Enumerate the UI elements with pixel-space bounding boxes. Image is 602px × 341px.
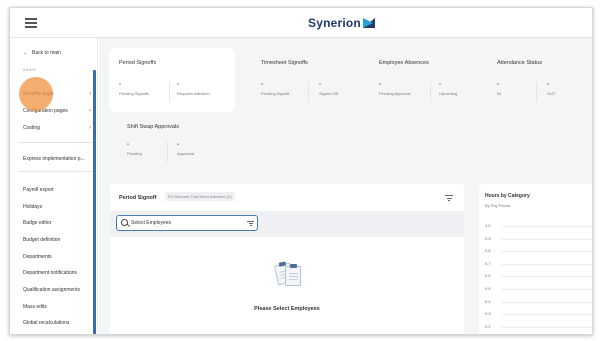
metric-signed-off: - Signed Off (319, 82, 338, 96)
sidebar-item-mass-edits[interactable]: Mass edits (23, 304, 91, 310)
sidebar-item-label: Badge editor (23, 220, 52, 226)
tile-title: Period Signoffs (119, 60, 157, 66)
gridline (501, 251, 592, 253)
sidebar-item-label: Department notifications (23, 270, 77, 276)
documents-illustration-icon (272, 258, 306, 292)
sidebar-item-label: Qualification assignments (23, 287, 80, 293)
y-tick-label: 0.3 (485, 311, 491, 317)
sidebar-item-label: Mass edits (23, 304, 47, 310)
metric-divider (536, 82, 537, 102)
sidebar-item-departments[interactable]: Departments (23, 254, 91, 260)
sidebar-item-payroll-export[interactable]: Payroll export (23, 187, 91, 193)
y-tick-label: 0.9 (485, 235, 491, 241)
tile-title-timesheet-signoffs: Timesheet Signoffs (261, 60, 308, 66)
sidebar-divider (18, 171, 96, 172)
sidebar-section-label: ADMIN (23, 68, 36, 72)
metric-divider (167, 142, 168, 162)
hours-by-category-card: Hours by Category By Pay Period 1.0 0.9 0.… (479, 184, 592, 334)
sidebar-divider (18, 142, 96, 143)
sidebar-item-label: Global recalculations (23, 320, 70, 326)
sidebar-item-label: Configuration pages (23, 108, 68, 114)
metric-requires-attention: - Requires Attention (177, 82, 210, 96)
back-to-main-link[interactable]: ← Back to main (23, 50, 61, 56)
logo-text: Synerion (308, 16, 361, 30)
panel-title: Period Signoff (119, 195, 157, 201)
sidebar-item-costing[interactable]: Costing › (23, 125, 91, 131)
app-window: Synerion ← Back to main ADMIN Security p… (9, 7, 593, 335)
sidebar-item-label: Holidays (23, 204, 43, 210)
tile-title-employee-absences: Employee Absences (379, 60, 429, 66)
metric-pending-approval: - Pending Approval (379, 82, 411, 96)
y-tick-label: 0.2 (485, 323, 491, 329)
fix-records-chip[interactable]: Fix Records That Need Attention (0) (165, 192, 235, 201)
metric-upcoming: - Upcoming (439, 82, 458, 96)
gridline (501, 226, 592, 227)
top-bar: Synerion (10, 8, 592, 38)
sidebar-item-badge-editor[interactable]: Badge editor (23, 220, 91, 226)
menu-icon[interactable] (25, 18, 37, 28)
gridline (501, 263, 592, 265)
back-to-main-label: Back to main (32, 50, 61, 56)
y-tick-label: 0.5 (485, 286, 491, 291)
sidebar-item-qualification-assignments[interactable]: Qualification assignments (23, 287, 91, 293)
filter-icon[interactable] (247, 221, 254, 226)
sidebar-item-label: Express implementation p... (23, 156, 85, 162)
sidebar-item-configuration-pages[interactable]: Configuration pages › (23, 108, 91, 114)
metric-shift-swap-approved: - Approved (177, 142, 195, 156)
sidebar-item-label: Security page (23, 91, 54, 97)
y-tick-label: 0.6 (485, 273, 491, 279)
filter-icon[interactable] (445, 195, 453, 201)
sidebar-scrollbar[interactable] (93, 70, 96, 334)
period-signoff-panel: Period Signoff Fix Records That Need Att… (110, 184, 464, 334)
y-tick-label: 1.0 (485, 223, 491, 228)
metric-divider (430, 82, 431, 102)
empty-state-message: Please Select Employees (254, 306, 320, 312)
metric-divider (308, 82, 309, 102)
sidebar-item-department-notifications[interactable]: Department notifications (23, 270, 91, 276)
metric-in: - IN (497, 82, 501, 96)
sidebar-item-label: Payroll export (23, 187, 54, 193)
sidebar-item-label: Budget definition (23, 237, 61, 243)
tile-title-shift-swap-approvals: Shift Swap Approvals (127, 124, 179, 130)
sidebar-item-budget-definition[interactable]: Budget definition (23, 237, 91, 243)
gridline (501, 326, 592, 328)
gridline (501, 238, 592, 240)
gridline (501, 314, 592, 316)
employee-search-input[interactable] (131, 218, 243, 228)
sidebar-item-label: Costing (23, 125, 40, 131)
chevron-right-icon: › (89, 108, 91, 114)
metric-divider (169, 82, 170, 102)
sidebar-item-label: Departments (23, 254, 52, 260)
sidebar-item-security-page[interactable]: Security page › (23, 91, 91, 97)
chevron-right-icon: › (89, 125, 91, 131)
employee-search-field[interactable] (116, 215, 258, 231)
hours-subtitle: By Pay Period (485, 203, 511, 208)
main-content: Period Signoffs - Pending Signoffs - Req… (99, 38, 592, 334)
search-icon (121, 219, 128, 226)
gridline (501, 276, 592, 278)
metric-out: - OUT (547, 82, 556, 96)
gridline (501, 289, 592, 290)
tile-period-signoffs[interactable]: Period Signoffs - Pending Signoffs - Req… (109, 48, 235, 112)
y-tick-label: 0.8 (485, 248, 491, 254)
logo-mark-icon (362, 18, 375, 28)
hours-title: Hours by Category (485, 193, 530, 199)
metric-pending-signoffs: - Pending Signoffs (119, 82, 150, 96)
gridline (501, 301, 592, 303)
sidebar-item-holidays[interactable]: Holidays (23, 204, 91, 210)
sidebar-item-global-recalculations[interactable]: Global recalculations (23, 320, 91, 326)
sidebar-item-express-implementation[interactable]: Express implementation p... (23, 156, 91, 162)
sidebar: ← Back to main ADMIN Security page › Con… (10, 38, 98, 334)
app-logo[interactable]: Synerion (308, 16, 375, 30)
tile-title-attendance-status: Attendance Status (497, 60, 542, 66)
y-tick-label: 0.7 (485, 260, 491, 266)
metric-pending-signoff: - Pending Signoff (261, 82, 290, 96)
y-tick-label: 0.4 (485, 298, 491, 304)
panel-toolbar (110, 211, 464, 237)
arrow-left-icon: ← (23, 50, 28, 56)
metric-shift-swap-pending: - Pending (127, 142, 142, 156)
chevron-right-icon: › (89, 91, 91, 97)
